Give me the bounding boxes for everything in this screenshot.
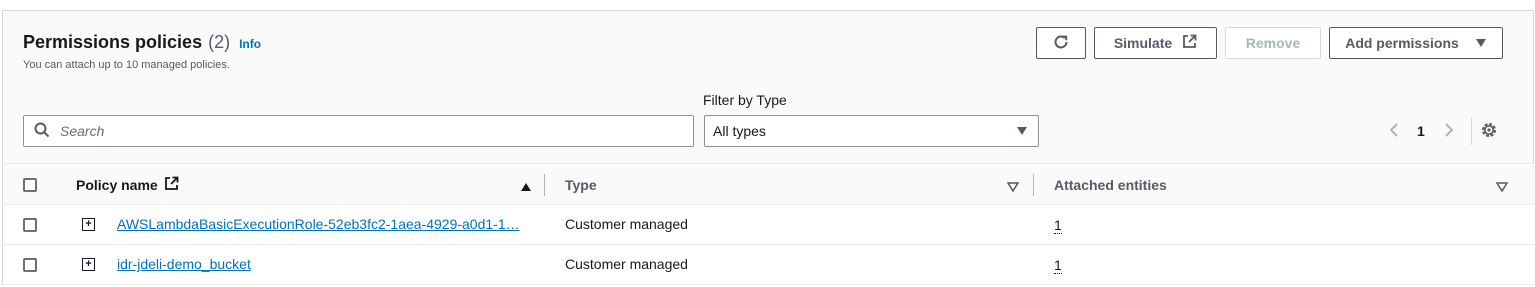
pager-divider: [1471, 117, 1472, 145]
refresh-button[interactable]: [1036, 27, 1086, 59]
search-input[interactable]: [60, 123, 660, 139]
sort-icon[interactable]: [1006, 179, 1020, 195]
filter-by-type-label: Filter by Type: [703, 92, 787, 108]
table-row: + idr-jdeli-demo_bucket Customer managed…: [3, 245, 1535, 285]
column-divider[interactable]: [1033, 174, 1034, 196]
row-checkbox[interactable]: [23, 258, 37, 272]
table-header: Policy name Type Attached entities: [3, 163, 1535, 205]
page-title: Permissions policies: [23, 32, 203, 52]
expand-row-icon[interactable]: +: [82, 258, 95, 271]
attached-entities-count[interactable]: 1: [1054, 257, 1062, 274]
page-number[interactable]: 1: [1417, 121, 1425, 141]
add-permissions-button[interactable]: Add permissions: [1329, 27, 1503, 59]
select-all-checkbox[interactable]: [23, 178, 37, 192]
gear-icon: [1480, 123, 1498, 142]
caret-down-icon: [1475, 35, 1487, 51]
sort-ascending-icon[interactable]: [520, 179, 532, 195]
type-filter-value: All types: [713, 123, 766, 139]
add-permissions-label: Add permissions: [1345, 35, 1459, 51]
chevron-left-icon: [1388, 122, 1400, 141]
policy-type: Customer managed: [565, 216, 688, 232]
caret-down-icon: [1016, 123, 1028, 139]
remove-button[interactable]: Remove: [1225, 27, 1321, 59]
policy-name-link[interactable]: idr-jdeli-demo_bucket: [117, 256, 251, 272]
sort-icon[interactable]: [1495, 179, 1509, 195]
table-settings-button[interactable]: [1480, 121, 1498, 142]
chevron-right-icon: [1443, 122, 1455, 141]
column-attached-entities[interactable]: Attached entities: [1054, 177, 1167, 193]
row-checkbox[interactable]: [23, 218, 37, 232]
column-policy-name[interactable]: Policy name: [76, 176, 179, 194]
table-row: + AWSLambdaBasicExecutionRole-52eb3fc2-1…: [3, 205, 1535, 245]
panel-header: Permissions policies (2) Info: [23, 32, 261, 53]
external-link-icon: [164, 176, 179, 194]
attached-entities-count[interactable]: 1: [1054, 217, 1062, 234]
refresh-icon: [1052, 33, 1070, 54]
policy-name-link[interactable]: AWSLambdaBasicExecutionRole-52eb3fc2-1ae…: [117, 216, 520, 232]
type-filter-select[interactable]: All types: [704, 115, 1039, 147]
next-page-button[interactable]: [1443, 121, 1455, 141]
column-policy-name-label: Policy name: [76, 177, 158, 193]
policy-count: (2): [208, 32, 231, 52]
policy-type: Customer managed: [565, 256, 688, 272]
simulate-button[interactable]: Simulate: [1094, 27, 1217, 59]
expand-row-icon[interactable]: +: [82, 218, 95, 231]
permissions-policies-panel: Permissions policies (2) Info You can at…: [2, 10, 1535, 285]
simulate-label: Simulate: [1113, 35, 1173, 51]
external-link-icon: [1182, 34, 1197, 52]
column-divider[interactable]: [544, 174, 545, 196]
search-box[interactable]: [23, 115, 694, 147]
info-link[interactable]: Info: [239, 37, 261, 51]
column-type[interactable]: Type: [565, 177, 597, 193]
panel-description: You can attach up to 10 managed policies…: [23, 59, 230, 71]
previous-page-button[interactable]: [1388, 121, 1400, 141]
search-icon: [34, 122, 50, 141]
